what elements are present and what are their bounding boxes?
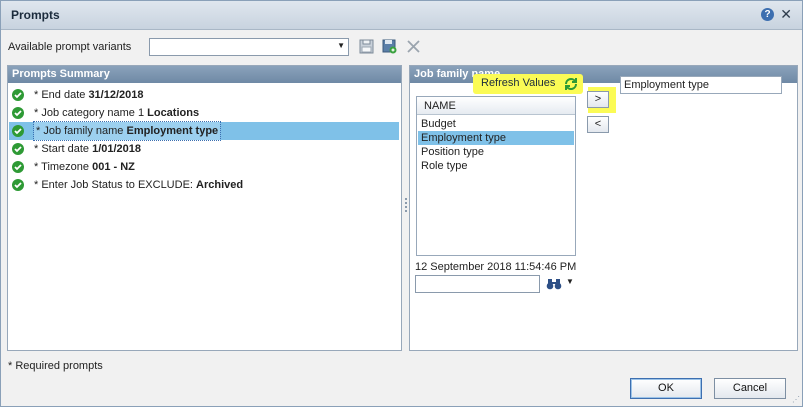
check-icon — [12, 89, 24, 101]
required-prompts-note: * Required prompts — [8, 360, 103, 372]
last-refresh-timestamp: 12 September 2018 11:54:46 PM — [415, 261, 577, 273]
prompt-row-job-category[interactable]: * Job category name 1 Locations — [9, 104, 399, 122]
list-column-header[interactable]: NAME — [417, 97, 575, 115]
save-as-icon[interactable] — [382, 39, 397, 54]
check-icon — [12, 143, 24, 155]
check-icon — [12, 161, 24, 173]
selected-values-list[interactable]: Employment type — [620, 76, 782, 94]
prompts-dialog: Prompts ? ✕ Available prompt variants ▼ … — [0, 0, 803, 407]
refresh-values-label: Refresh Values — [481, 77, 556, 89]
prompt-label: * Timezone — [34, 161, 93, 173]
prompt-row-job-status[interactable]: * Enter Job Status to EXCLUDE: Archived — [9, 176, 399, 194]
available-values-list[interactable]: NAME Budget Employment type Position typ… — [416, 96, 576, 256]
panel-splitter[interactable] — [404, 196, 408, 216]
title-bar: Prompts ? ✕ — [1, 1, 802, 30]
prompt-value: 1/01/2018 — [92, 143, 142, 155]
prompt-label: * Enter Job Status to EXCLUDE: — [34, 179, 197, 191]
prompt-variants-label: Available prompt variants — [8, 41, 132, 53]
prompt-label: * End date — [34, 89, 89, 101]
resize-grip-icon[interactable]: ⋰ — [792, 395, 800, 404]
move-left-button[interactable]: < — [587, 116, 609, 133]
list-item[interactable]: Position type — [418, 145, 574, 159]
help-icon[interactable]: ? — [761, 8, 774, 21]
search-input[interactable] — [415, 275, 540, 293]
refresh-icon — [565, 78, 577, 90]
selected-value[interactable]: Employment type — [624, 79, 709, 91]
delete-icon[interactable] — [406, 39, 421, 54]
job-family-panel: Job family name Refresh Values NAME Budg… — [409, 65, 798, 351]
list-item[interactable]: Employment type — [418, 131, 574, 145]
prompt-row-end-date[interactable]: * End date 31/12/2018 — [9, 86, 399, 104]
prompt-row-timezone[interactable]: * Timezone 001 - NZ — [9, 158, 399, 176]
refresh-values-button[interactable]: Refresh Values — [473, 74, 583, 94]
close-icon[interactable]: ✕ — [780, 6, 792, 22]
prompt-value: Archived — [196, 179, 244, 191]
cancel-button[interactable]: Cancel — [714, 378, 786, 399]
save-icon[interactable] — [359, 39, 374, 54]
check-icon — [12, 107, 24, 119]
prompt-value: Employment type — [126, 125, 219, 137]
dropdown-arrow-icon[interactable]: ▼ — [337, 41, 345, 50]
prompt-value: 001 - NZ — [92, 161, 135, 173]
prompts-summary-header: Prompts Summary — [8, 66, 401, 83]
prompt-label: * Start date — [34, 143, 93, 155]
list-item[interactable]: Budget — [418, 117, 574, 131]
list-item[interactable]: Role type — [418, 159, 574, 173]
prompt-row-job-family[interactable]: * Job family name Employment type — [9, 121, 399, 141]
binoculars-icon[interactable] — [546, 277, 562, 291]
dialog-title: Prompts — [11, 8, 60, 22]
move-right-button[interactable]: > — [587, 91, 609, 108]
prompt-value: 31/12/2018 — [88, 89, 144, 101]
prompts-summary-panel: Prompts Summary * End date 31/12/2018 * … — [7, 65, 402, 351]
ok-button[interactable]: OK — [630, 378, 702, 399]
check-icon — [12, 125, 24, 137]
prompt-label: * Job category name 1 — [34, 107, 148, 119]
prompt-variants-select[interactable]: ▼ — [149, 38, 349, 56]
prompt-row-start-date[interactable]: * Start date 1/01/2018 — [9, 140, 399, 158]
prompt-value: Locations — [147, 107, 200, 119]
prompt-variants-bar: Available prompt variants ▼ — [8, 38, 798, 58]
search-options-dropdown-icon[interactable]: ▼ — [566, 277, 574, 286]
prompt-label: * Job family name — [36, 125, 127, 137]
check-icon — [12, 179, 24, 191]
